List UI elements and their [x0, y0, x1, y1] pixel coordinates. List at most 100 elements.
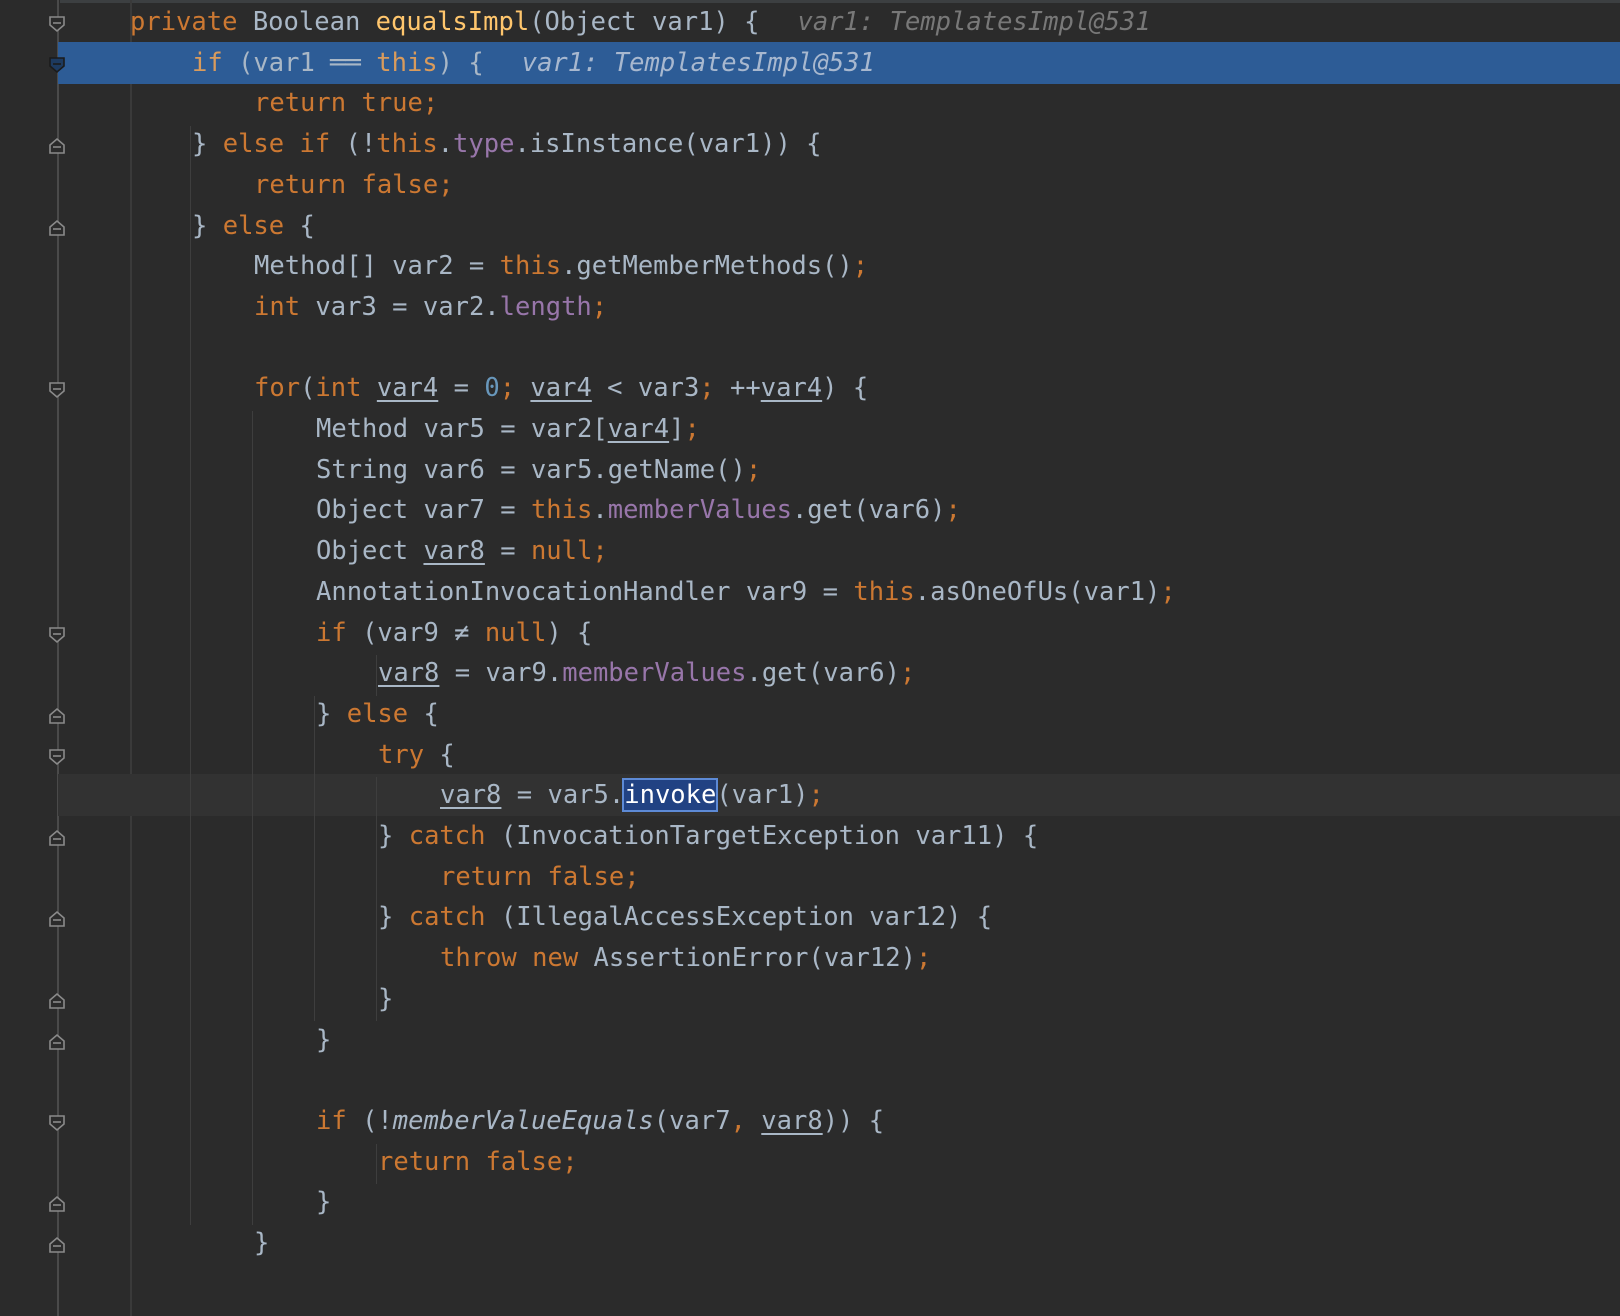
- code-line-4[interactable]: } else if (!this.type.isInstance(var1)) …: [0, 123, 1620, 165]
- code-line-2[interactable]: if (var1 ══ this) {var1: TemplatesImpl@5…: [58, 41, 1620, 84]
- indent-guide: [252, 411, 253, 1225]
- code-text[interactable]: int var3 = var2.length;: [254, 289, 607, 325]
- fold-open-icon[interactable]: [48, 626, 66, 644]
- code-text[interactable]: }: [378, 981, 393, 1017]
- code-token: String var6 = var5.getName(): [316, 454, 746, 485]
- code-line-18[interactable]: } else {: [0, 693, 1620, 735]
- code-line-9[interactable]: [0, 327, 1620, 369]
- fold-close-icon[interactable]: [48, 829, 66, 847]
- code-line-22[interactable]: return false;: [0, 856, 1620, 898]
- code-text[interactable]: } catch (InvocationTargetException var11…: [378, 818, 1038, 854]
- code-text[interactable]: } else {: [192, 208, 315, 244]
- code-token: Boolean: [252, 7, 376, 37]
- code-line-13[interactable]: Object var7 = this.memberValues.get(var6…: [0, 489, 1620, 531]
- code-text[interactable]: } catch (IllegalAccessException var12) {: [378, 899, 992, 935]
- code-token: (IllegalAccessException var12) {: [500, 902, 993, 933]
- code-text[interactable]: }: [254, 1225, 269, 1261]
- code-token: (Object var1) {: [529, 7, 760, 37]
- code-line-12[interactable]: String var6 = var5.getName();: [0, 449, 1620, 491]
- code-text[interactable]: var8 = var9.memberValues.get(var6);: [378, 655, 915, 691]
- code-token: var8: [440, 780, 502, 811]
- fold-close-icon[interactable]: [48, 137, 66, 155]
- code-text[interactable]: Method[] var2 = this.getMemberMethods();: [254, 248, 868, 284]
- code-text[interactable]: }: [316, 1022, 331, 1058]
- code-line-20[interactable]: var8 = var5.invoke(var1);: [58, 774, 1620, 817]
- code-token: .: [437, 129, 454, 160]
- code-text[interactable]: if (var1 ══ this) {var1: TemplatesImpl@5…: [192, 45, 875, 81]
- fold-open-icon[interactable]: [48, 748, 66, 766]
- code-token: }: [192, 210, 223, 241]
- code-text[interactable]: if (var9 ≠ null) {: [316, 615, 592, 651]
- fold-open-icon[interactable]: [48, 1114, 66, 1132]
- code-text[interactable]: Object var7 = this.memberValues.get(var6…: [316, 492, 961, 528]
- code-line-11[interactable]: Method var5 = var2[var4];: [0, 408, 1620, 450]
- code-text[interactable]: return false;: [378, 1144, 578, 1180]
- code-token: else: [346, 698, 424, 729]
- code-text[interactable]: if (!memberValueEquals(var7, var8)) {: [316, 1103, 884, 1139]
- code-text[interactable]: } else if (!this.type.isInstance(var1)) …: [192, 126, 822, 162]
- code-line-27[interactable]: [0, 1059, 1620, 1101]
- code-token: for: [254, 373, 301, 404]
- code-text[interactable]: for(int var4 = 0; var4 < var3; ++var4) {: [254, 370, 868, 406]
- code-line-19[interactable]: try {: [0, 734, 1620, 776]
- code-line-30[interactable]: }: [0, 1181, 1620, 1223]
- code-line-6[interactable]: } else {: [0, 205, 1620, 247]
- code-text[interactable]: return true;: [254, 85, 438, 121]
- fold-close-icon[interactable]: [48, 1236, 66, 1254]
- code-token: var3 = var2.: [315, 291, 500, 322]
- fold-open-icon[interactable]: [48, 56, 66, 74]
- code-text[interactable]: private Boolean equalsImpl(Object var1) …: [130, 4, 1151, 40]
- fold-close-icon[interactable]: [48, 1033, 66, 1051]
- fold-close-icon[interactable]: [48, 219, 66, 237]
- code-text[interactable]: } else {: [316, 696, 439, 732]
- code-line-15[interactable]: AnnotationInvocationHandler var9 = this.…: [0, 571, 1620, 613]
- code-token: var4: [607, 414, 670, 444]
- code-text[interactable]: return false;: [440, 859, 640, 895]
- code-line-28[interactable]: if (!memberValueEquals(var7, var8)) {: [0, 1100, 1620, 1142]
- code-line-24[interactable]: throw new AssertionError(var12);: [0, 937, 1620, 979]
- fold-open-icon[interactable]: [48, 381, 66, 399]
- indent-guide: [376, 777, 377, 1022]
- code-token: =: [484, 536, 531, 567]
- code-line-3[interactable]: return true;: [0, 82, 1620, 124]
- code-token: if: [192, 47, 239, 78]
- code-line-31[interactable]: }: [0, 1222, 1620, 1264]
- fold-close-icon[interactable]: [48, 1195, 66, 1213]
- code-line-10[interactable]: for(int var4 = 0; var4 < var3; ++var4) {: [0, 367, 1620, 409]
- code-line-16[interactable]: if (var9 ≠ null) {: [0, 612, 1620, 654]
- fold-close-icon[interactable]: [48, 707, 66, 725]
- code-token: AssertionError(var12): [593, 943, 916, 974]
- code-text[interactable]: var8 = var5.invoke(var1);: [440, 777, 824, 813]
- code-line-29[interactable]: return false;: [0, 1141, 1620, 1183]
- code-token: .isInstance(var1)) {: [514, 129, 822, 160]
- code-line-23[interactable]: } catch (IllegalAccessException var12) {: [0, 896, 1620, 938]
- code-token: ) {: [546, 617, 593, 648]
- fold-open-icon[interactable]: [48, 15, 66, 33]
- code-line-21[interactable]: } catch (InvocationTargetException var11…: [0, 815, 1620, 857]
- code-line-5[interactable]: return false;: [0, 164, 1620, 206]
- code-text[interactable]: }: [316, 1184, 331, 1220]
- code-line-26[interactable]: }: [0, 1019, 1620, 1061]
- code-text[interactable]: throw new AssertionError(var12);: [440, 940, 931, 976]
- code-text[interactable]: Object var8 = null;: [316, 533, 608, 569]
- code-token: (var1): [716, 780, 809, 811]
- code-line-7[interactable]: Method[] var2 = this.getMemberMethods();: [0, 245, 1620, 287]
- code-line-8[interactable]: int var3 = var2.length;: [0, 286, 1620, 328]
- code-editor[interactable]: private Boolean equalsImpl(Object var1) …: [0, 0, 1620, 1316]
- code-text[interactable]: String var6 = var5.getName();: [316, 452, 761, 488]
- code-line-17[interactable]: var8 = var9.memberValues.get(var6);: [0, 652, 1620, 694]
- code-text[interactable]: Method var5 = var2[var4];: [316, 411, 700, 447]
- code-line-14[interactable]: Object var8 = null;: [0, 530, 1620, 572]
- fold-close-icon[interactable]: [48, 910, 66, 928]
- code-token: Method[] var2 =: [254, 251, 500, 282]
- code-line-1[interactable]: private Boolean equalsImpl(Object var1) …: [0, 1, 1620, 43]
- code-text[interactable]: return false;: [254, 167, 454, 203]
- code-text[interactable]: AnnotationInvocationHandler var9 = this.…: [316, 574, 1176, 610]
- code-token: catch: [408, 821, 501, 851]
- code-line-25[interactable]: }: [0, 978, 1620, 1020]
- fold-close-icon[interactable]: [48, 992, 66, 1010]
- code-token: return true: [254, 88, 423, 119]
- code-token: ;: [808, 780, 824, 811]
- code-token: }: [192, 129, 223, 160]
- code-text[interactable]: try {: [378, 737, 455, 773]
